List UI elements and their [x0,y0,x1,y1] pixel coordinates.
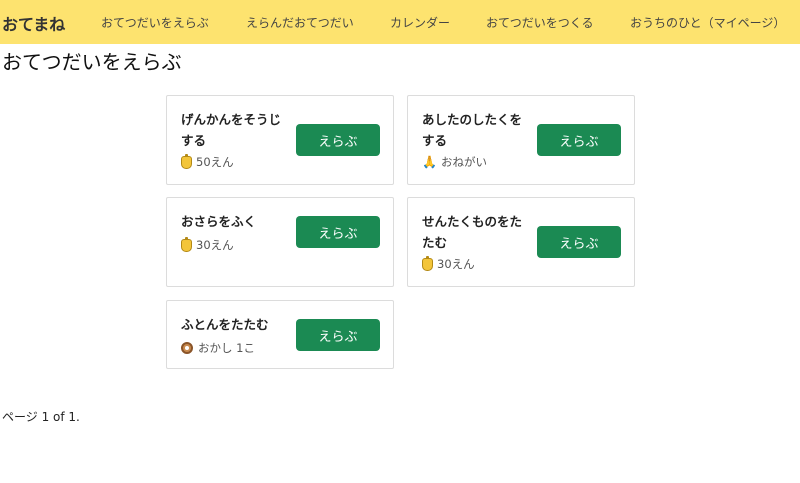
chore-title: あしたのしたくをする [422,112,523,148]
top-navbar: おてまね おてつだいをえらぶ えらんだおてつだい カレンダー おてつだいをつくる… [0,0,800,44]
chore-card: あしたのしたくをする 🙏 おねがい えらぶ [407,95,635,185]
chore-title: せんたくものをたたむ [422,214,523,250]
reward-line: 30えん [181,236,234,253]
coin-icon [181,153,192,169]
select-button[interactable]: えらぶ [296,319,380,351]
reward-line: 🙏 おねがい [422,154,487,170]
brand-logo[interactable]: おてまね [2,11,65,35]
chore-card: おさらをふく 30えん えらぶ [166,197,394,287]
select-button[interactable]: えらぶ [296,124,380,156]
donut-icon [181,342,193,354]
nav-link-create-chore[interactable]: おてつだいをつくる [486,14,594,31]
nav-link-choose-chores[interactable]: おてつだいをえらぶ [101,14,209,31]
coin-icon [422,255,433,271]
praying-hands-icon: 🙏 [422,155,437,169]
reward-text: 30えん [196,238,234,252]
select-button[interactable]: えらぶ [537,124,621,156]
reward-text: おねがい [440,155,487,169]
page-title: おてつだいをえらぶ [2,50,182,74]
reward-text: おかし 1こ [198,341,255,355]
coin-icon [181,236,192,252]
select-button[interactable]: えらぶ [537,226,621,258]
reward-line: おかし 1こ [181,340,255,356]
nav-link-my-page[interactable]: おうちのひと（マイページ） [630,14,785,31]
reward-text: 30えん [437,257,475,271]
chore-title: おさらをふく [181,214,257,229]
nav-link-calendar[interactable]: カレンダー [390,14,450,31]
reward-line: 50えん [181,153,234,170]
chore-title: ふとんをたたむ [181,317,269,332]
chore-card: ふとんをたたむ おかし 1こ えらぶ [166,300,394,369]
reward-line: 30えん [422,255,475,272]
chore-title: げんかんをそうじする [181,112,282,148]
pagination-text: ページ 1 of 1. [2,410,80,424]
chore-card: せんたくものをたたむ 30えん えらぶ [407,197,635,287]
nav-link-selected-chores[interactable]: えらんだおてつだい [246,14,354,31]
chore-card: げんかんをそうじする 50えん えらぶ [166,95,394,185]
select-button[interactable]: えらぶ [296,216,380,248]
reward-text: 50えん [196,155,234,169]
